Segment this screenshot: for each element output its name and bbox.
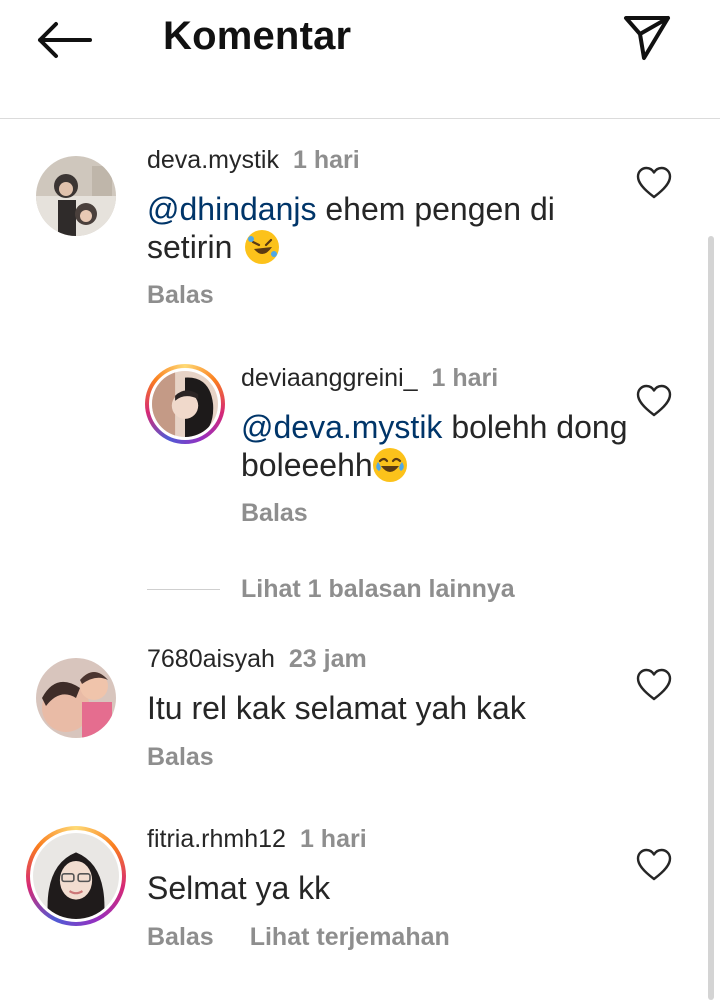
joy-emoji	[372, 448, 407, 482]
username[interactable]: 7680aisyah	[147, 645, 275, 673]
heart-icon[interactable]	[636, 166, 672, 200]
comment-meta: deviaanggreini_ 1 hari	[241, 364, 498, 393]
more-replies-divider	[147, 589, 220, 590]
avatar[interactable]	[36, 156, 116, 236]
comment-text: @dhindanjs ehem pengen di setirin	[147, 190, 587, 266]
back-arrow-icon[interactable]	[34, 18, 94, 62]
reply-item: deviaanggreini_ 1 hari @deva.mystik boleh…	[0, 360, 720, 550]
timestamp: 1 hari	[299, 825, 367, 853]
heart-icon[interactable]	[636, 848, 672, 882]
rofl-emoji	[245, 230, 280, 264]
timestamp: 1 hari	[292, 146, 360, 174]
mention-link[interactable]: @deva.mystik	[241, 409, 442, 445]
page-title: Komentar	[163, 14, 352, 58]
reply-button[interactable]: Balas	[147, 281, 214, 310]
comment-meta: fitria.rhmh12 1 hari	[147, 825, 367, 854]
avatar-image	[149, 368, 221, 440]
timestamp: 23 jam	[288, 645, 367, 673]
reply-actions: Balas Lihat terjemahan	[147, 923, 450, 952]
comment-item: fitria.rhmh12 1 hari Selmat ya kk Balas Li…	[0, 820, 720, 970]
username[interactable]: fitria.rhmh12	[147, 825, 286, 853]
reply-button[interactable]: Balas	[147, 923, 214, 951]
avatar[interactable]	[145, 364, 225, 444]
reply-button[interactable]: Balas	[241, 499, 308, 528]
username[interactable]: deviaanggreini_	[241, 364, 418, 392]
heart-icon[interactable]	[636, 668, 672, 702]
comment-item: 7680aisyah 23 jam Itu rel kak selamat yah…	[0, 640, 720, 790]
username[interactable]: deva.mystik	[147, 146, 279, 174]
comment-item: deva.mystik 1 hari @dhindanjs ehem pengen…	[0, 140, 720, 330]
comment-text: Itu rel kak selamat yah kak	[147, 690, 526, 726]
timestamp: 1 hari	[431, 364, 499, 392]
comment-text: Selmat ya kk	[147, 870, 331, 906]
reply-button[interactable]: Balas	[147, 743, 214, 772]
comment-text: @deva.mystik bolehh dong boleeehh	[241, 408, 681, 484]
comment-meta: deva.mystik 1 hari	[147, 146, 360, 175]
see-translation-button[interactable]: Lihat terjemahan	[250, 923, 450, 951]
comment-meta: 7680aisyah 23 jam	[147, 645, 367, 674]
avatar[interactable]	[36, 658, 116, 738]
header-bar: Komentar	[0, 0, 720, 119]
mention-link[interactable]: @dhindanjs	[147, 191, 316, 227]
heart-icon[interactable]	[636, 384, 672, 418]
send-icon[interactable]	[622, 12, 672, 62]
avatar[interactable]	[26, 826, 126, 926]
avatar-image	[30, 830, 122, 922]
view-more-replies-button[interactable]: Lihat 1 balasan lainnya	[241, 575, 515, 604]
